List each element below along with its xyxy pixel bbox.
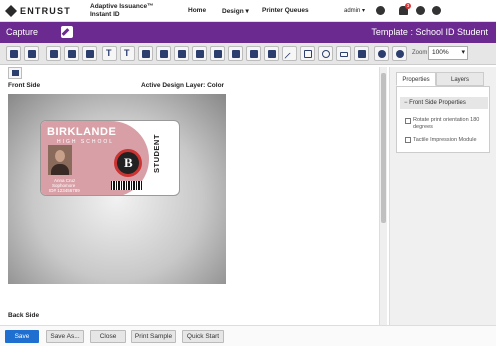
undo-icon [10, 50, 18, 58]
design-canvas[interactable]: BIRKLANDE HIGH SCHOOL Anna Cruz Sophomor… [8, 94, 226, 284]
student-id: ID# 123456789 [49, 188, 80, 193]
close-button[interactable]: Close [90, 330, 126, 343]
frame-button[interactable] [210, 46, 225, 61]
zoom-select[interactable]: 100% [428, 46, 468, 60]
image-button[interactable] [138, 46, 153, 61]
barcode-button[interactable] [228, 46, 243, 61]
zoom-in-icon [396, 50, 404, 58]
logo-text: ENTRUST [20, 6, 71, 16]
image-icon [142, 50, 150, 58]
active-layer-label: Active Design Layer: Color [141, 82, 225, 89]
zoom-out-button[interactable] [374, 46, 389, 61]
gear-icon[interactable] [376, 6, 385, 15]
redo-button[interactable] [24, 46, 39, 61]
rotate-checkbox[interactable] [405, 118, 411, 124]
id-card-button[interactable] [192, 46, 207, 61]
student-info[interactable]: Anna Cruz Sophomore ID# 123456789 [49, 178, 80, 193]
properties-panel: Properties Layers − Front Side Propertie… [389, 67, 496, 325]
gallery-button[interactable] [174, 46, 189, 61]
nav-design[interactable]: Design ▾ [222, 7, 249, 15]
grid-icon [358, 50, 366, 58]
ellipse-icon [322, 50, 330, 58]
photo-button[interactable] [156, 46, 171, 61]
info-icon[interactable] [432, 6, 441, 15]
admin-menu[interactable]: admin ▾ [344, 7, 365, 14]
front-side-label: Front Side [8, 82, 41, 89]
entrust-logo-icon [5, 5, 17, 17]
layout-icon [12, 70, 19, 76]
zoom-in-button[interactable] [392, 46, 407, 61]
id-card-icon [196, 50, 204, 58]
cut-button[interactable] [64, 46, 79, 61]
line-icon [284, 52, 296, 64]
nav-home[interactable]: Home [188, 7, 206, 14]
quick-start-button[interactable]: Quick Start [182, 330, 224, 343]
app-window: ENTRUST Adaptive Issuance™ Instant ID Ho… [0, 0, 496, 346]
design-toolbar: T T Zoom 100% [0, 43, 496, 65]
frame-icon [214, 50, 222, 58]
chip-button[interactable] [264, 46, 279, 61]
school-seal[interactable] [114, 149, 142, 177]
notification-badge: 3 [405, 3, 411, 9]
text-field-icon: T [106, 48, 112, 58]
chip-icon [268, 50, 276, 58]
page-title: Capture [6, 27, 39, 37]
paste-icon [86, 50, 94, 58]
undo-button[interactable] [6, 46, 21, 61]
canvas-scrollbar[interactable] [379, 67, 387, 325]
template-name: Template : School ID Student [371, 27, 488, 37]
footer-bar: Save Save As... Close Print Sample Quick… [0, 325, 496, 346]
header-bar: Capture Template : School ID Student [0, 22, 496, 43]
print-sample-button[interactable]: Print Sample [131, 330, 176, 343]
layout-button[interactable] [8, 67, 22, 79]
edit-icon[interactable] [61, 26, 73, 38]
rotate-label: Rotate print orientation 180 degrees [413, 117, 480, 130]
barcode-icon [232, 50, 240, 58]
scrollbar-thumb[interactable] [381, 73, 386, 223]
top-nav-bar: ENTRUST Adaptive Issuance™ Instant ID Ho… [0, 0, 496, 22]
ellipse-button[interactable] [318, 46, 333, 61]
rounded-rect-icon [340, 52, 348, 57]
rectangle-icon [304, 50, 312, 58]
rounded-rect-button[interactable] [336, 46, 351, 61]
grid-button[interactable] [354, 46, 369, 61]
rectangle-button[interactable] [300, 46, 315, 61]
text-icon: T [124, 48, 130, 58]
product-name: Adaptive Issuance™ Instant ID [90, 3, 154, 18]
product-line-1: Adaptive Issuance™ [90, 3, 154, 10]
back-side-label: Back Side [8, 312, 40, 319]
magstripe-icon [250, 50, 258, 58]
save-as-button[interactable]: Save As... [46, 330, 84, 343]
help-icon[interactable] [416, 6, 425, 15]
gallery-icon [178, 50, 186, 58]
zoom-out-icon [378, 50, 386, 58]
save-button[interactable]: Save [5, 330, 39, 343]
id-card-front[interactable]: BIRKLANDE HIGH SCHOOL Anna Cruz Sophomor… [40, 120, 180, 196]
dynamic-text-button[interactable]: T [102, 46, 117, 61]
product-line-2: Instant ID [90, 10, 120, 18]
tab-layers[interactable]: Layers [436, 72, 484, 86]
redo-icon [28, 50, 36, 58]
front-side-properties: − Front Side Properties Rotate print ori… [396, 86, 490, 153]
tactile-checkbox[interactable] [405, 137, 411, 143]
copy-icon [50, 50, 58, 58]
copy-button[interactable] [46, 46, 61, 61]
scissors-icon [68, 50, 76, 58]
card-barcode[interactable] [111, 181, 143, 190]
entrust-logo[interactable]: ENTRUST [5, 4, 71, 18]
line-button[interactable] [282, 46, 297, 64]
section-header[interactable]: − Front Side Properties [400, 97, 488, 109]
zoom-label: Zoom [412, 50, 428, 56]
static-text-button[interactable]: T [120, 46, 135, 61]
student-photo[interactable] [48, 145, 72, 175]
student-label: STUDENT [152, 134, 161, 173]
tab-properties[interactable]: Properties [396, 72, 436, 86]
student-label-box[interactable]: STUDENT [148, 134, 179, 181]
school-name[interactable]: BIRKLANDE [47, 126, 116, 138]
magstripe-button[interactable] [246, 46, 261, 61]
paste-button[interactable] [82, 46, 97, 61]
tactile-label: Tactile Impression Module [413, 137, 477, 143]
photo-icon [160, 50, 168, 58]
nav-printer-queues[interactable]: Printer Queues [262, 7, 309, 14]
